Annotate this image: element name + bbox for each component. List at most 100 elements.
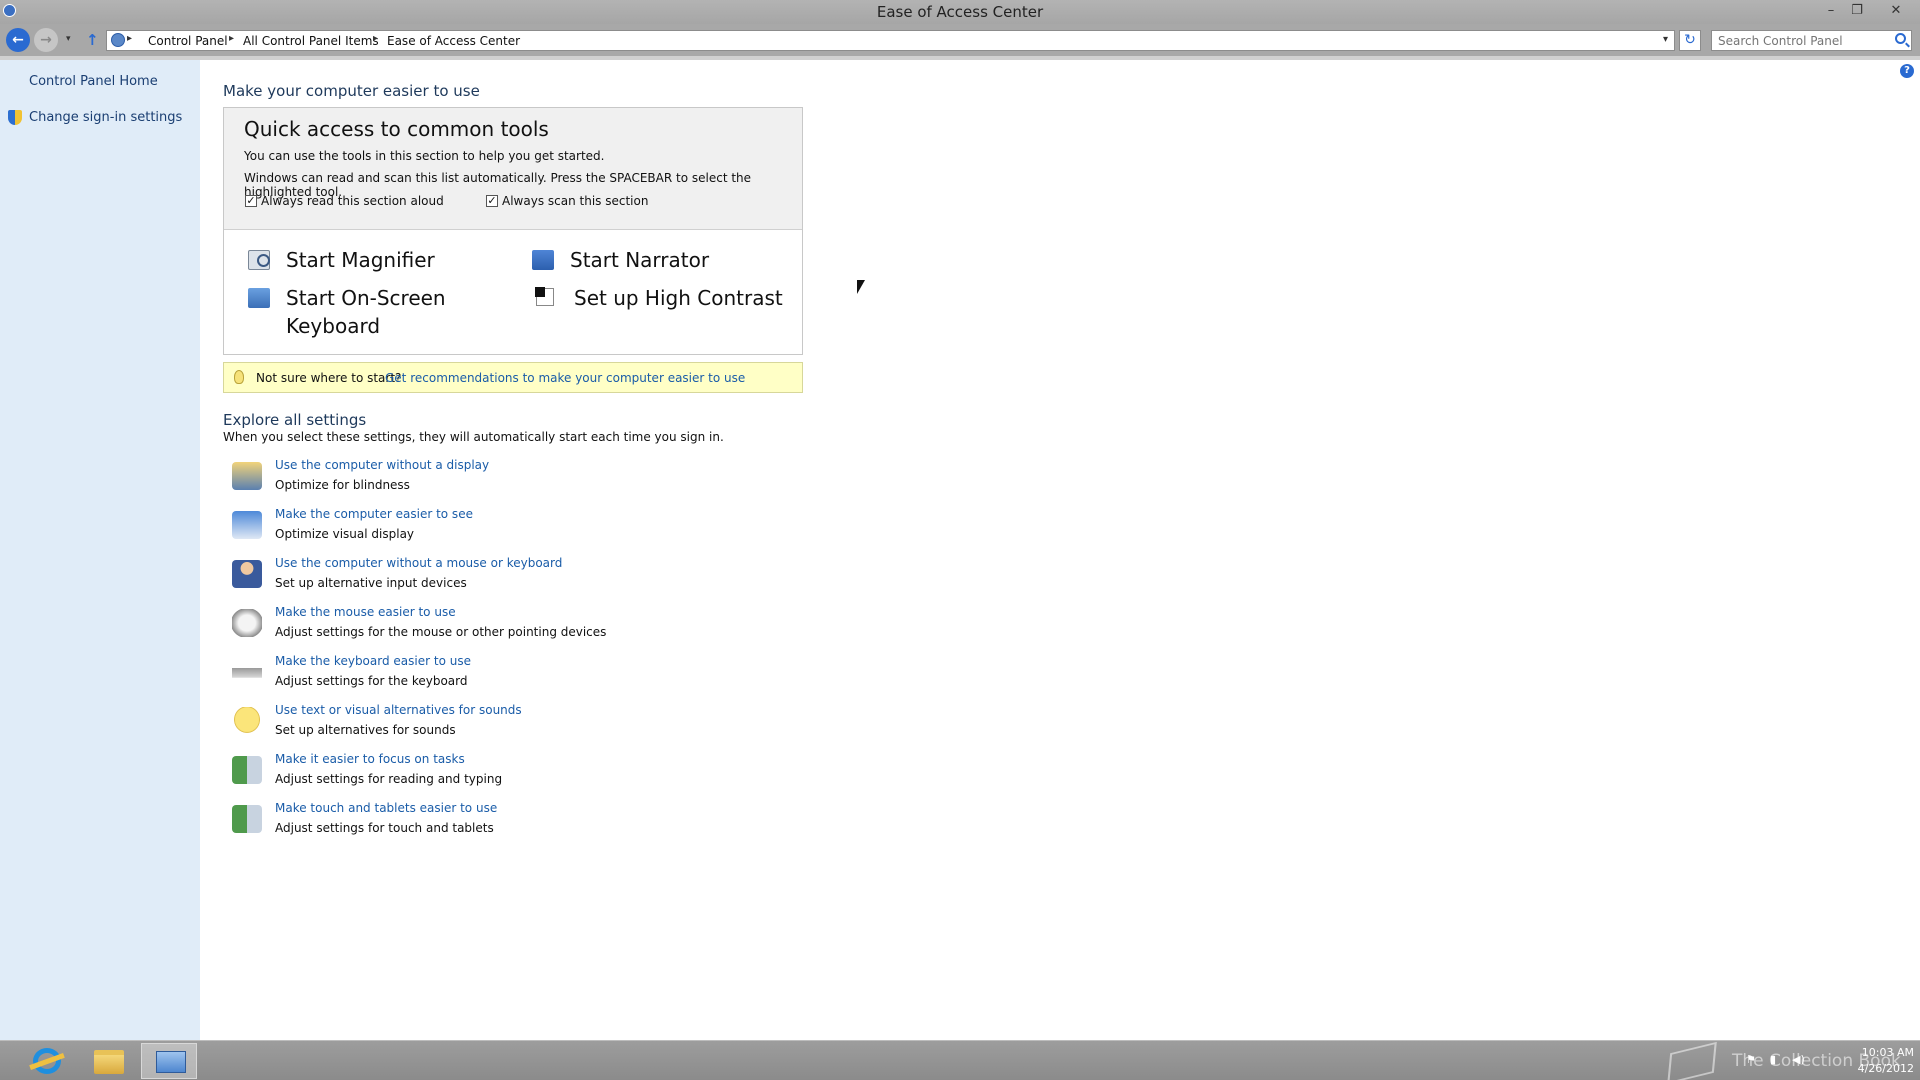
search-icon[interactable] xyxy=(1895,33,1906,44)
back-button[interactable]: ← xyxy=(6,28,30,52)
volume-icon[interactable]: ◀) xyxy=(1792,1053,1805,1066)
setting-link-sounds[interactable]: Use text or visual alternatives for soun… xyxy=(275,703,522,717)
notification-area: ⚑ ▮ ◀) xyxy=(1736,1051,1826,1071)
shield-icon xyxy=(8,110,22,125)
speech-bubble-icon xyxy=(232,707,262,735)
mouse-cursor xyxy=(857,280,865,294)
display-icon xyxy=(232,511,262,539)
recent-locations-dropdown[interactable]: ▾ xyxy=(66,34,71,44)
refresh-button[interactable]: ↻ xyxy=(1679,30,1701,51)
setting-item-no-mouse-keyboard: Use the computer without a mouse or keyb… xyxy=(230,556,790,596)
setting-item-easier-to-see: Make the computer easier to see Optimize… xyxy=(230,507,790,547)
narrator-icon xyxy=(532,250,554,270)
minimize-button[interactable]: – xyxy=(1819,2,1843,20)
help-icon[interactable]: ? xyxy=(1900,64,1914,78)
person-icon xyxy=(232,560,262,588)
setting-desc: Set up alternative input devices xyxy=(275,576,467,590)
setting-desc: Adjust settings for the keyboard xyxy=(275,674,468,688)
breadcrumb-separator[interactable]: ▸ xyxy=(127,33,132,44)
setting-item-no-display: Use the computer without a display Optim… xyxy=(230,458,790,498)
start-on-screen-keyboard-label[interactable]: Start On-Screen Keyboard xyxy=(286,284,456,340)
internet-explorer-icon xyxy=(33,1048,61,1074)
setting-link-mouse[interactable]: Make the mouse easier to use xyxy=(275,605,456,619)
always-read-label[interactable]: Always read this section aloud xyxy=(261,194,444,208)
setting-desc: Set up alternatives for sounds xyxy=(275,723,456,737)
monitor-icon xyxy=(232,462,262,490)
search-input[interactable] xyxy=(1712,31,1887,50)
folder-icon xyxy=(94,1050,124,1074)
breadcrumb-ease-of-access[interactable]: Ease of Access Center xyxy=(387,34,520,48)
explore-title: Explore all settings xyxy=(223,411,367,429)
setting-item-focus: Make it easier to focus on tasks Adjust … xyxy=(230,752,790,792)
setting-link-keyboard[interactable]: Make the keyboard easier to use xyxy=(275,654,471,668)
tip-question: Not sure where to start? xyxy=(256,371,402,385)
sidebar: Control Panel Home Change sign-in settin… xyxy=(0,60,200,1040)
breadcrumb-control-panel[interactable]: Control Panel xyxy=(148,34,228,48)
setting-link-easier-to-see[interactable]: Make the computer easier to see xyxy=(275,507,473,521)
recommendations-link[interactable]: Get recommendations to make your compute… xyxy=(385,371,745,385)
magnifier-icon xyxy=(248,250,270,270)
book-icon xyxy=(1667,1041,1717,1080)
setting-desc: Adjust settings for touch and tablets xyxy=(275,821,494,835)
setting-desc: Optimize visual display xyxy=(275,527,415,541)
breadcrumb-separator[interactable]: ▸ xyxy=(229,33,234,44)
taskbar: The Collection Book ⚑ ▮ ◀) 10:03 AM 4/26… xyxy=(0,1040,1920,1080)
control-panel-icon xyxy=(156,1051,186,1073)
quick-access-panel: Quick access to common tools You can use… xyxy=(223,107,803,355)
clock-date[interactable]: 4/26/2012 xyxy=(1830,1061,1914,1077)
focus-tasks-icon xyxy=(232,756,262,784)
breadcrumb-separator[interactable]: ▸ xyxy=(373,33,378,44)
taskbar-internet-explorer[interactable] xyxy=(18,1043,74,1079)
breadcrumb-all-items[interactable]: All Control Panel Items xyxy=(243,34,379,48)
chevron-down-icon[interactable]: ▾ xyxy=(1663,34,1668,45)
setting-item-touch: Make touch and tablets easier to use Adj… xyxy=(230,801,790,841)
window-title: Ease of Access Center xyxy=(876,3,1044,21)
taskbar-control-panel[interactable] xyxy=(141,1043,197,1079)
divider xyxy=(0,56,1920,60)
quick-access-description: You can use the tools in this section to… xyxy=(244,149,605,163)
search-box[interactable] xyxy=(1711,30,1912,51)
address-bar: ← → ▾ ↑ ▸ Control Panel ▸ All Control Pa… xyxy=(0,24,1920,56)
setting-link-touch[interactable]: Make touch and tablets easier to use xyxy=(275,801,497,815)
setting-desc: Optimize for blindness xyxy=(275,478,410,492)
control-panel-icon xyxy=(111,33,125,47)
quick-access-title: Quick access to common tools xyxy=(244,117,549,141)
lightbulb-icon xyxy=(234,370,244,384)
keyboard-icon xyxy=(232,658,262,686)
address-box[interactable]: ▸ Control Panel ▸ All Control Panel Item… xyxy=(106,30,1675,51)
setting-link-no-mouse-keyboard[interactable]: Use the computer without a mouse or keyb… xyxy=(275,556,562,570)
title-bar: Ease of Access Center – ❐ ✕ xyxy=(0,0,1920,24)
setting-item-mouse: Make the mouse easier to use Adjust sett… xyxy=(230,605,790,645)
mouse-icon xyxy=(232,609,262,637)
high-contrast-icon xyxy=(535,287,554,306)
keyboard-icon xyxy=(248,288,270,308)
network-icon[interactable]: ▮ xyxy=(1770,1053,1776,1066)
setting-item-sounds: Use text or visual alternatives for soun… xyxy=(230,703,790,743)
setting-desc: Adjust settings for the mouse or other p… xyxy=(275,625,607,639)
quick-access-header: Quick access to common tools You can use… xyxy=(224,108,802,230)
start-magnifier-label[interactable]: Start Magnifier xyxy=(286,246,435,274)
touch-tablet-icon xyxy=(232,805,262,833)
forward-button[interactable]: → xyxy=(34,28,58,52)
clock-time[interactable]: 10:03 AM xyxy=(1830,1045,1914,1061)
setting-desc: Adjust settings for reading and typing xyxy=(275,772,503,786)
sidebar-item-control-panel-home[interactable]: Control Panel Home xyxy=(29,74,158,89)
start-narrator-label[interactable]: Start Narrator xyxy=(570,246,709,274)
taskbar-file-explorer[interactable] xyxy=(80,1043,136,1079)
explore-description: When you select these settings, they wil… xyxy=(223,430,724,444)
close-button[interactable]: ✕ xyxy=(1882,2,1910,20)
sidebar-item-change-sign-in[interactable]: Change sign-in settings xyxy=(29,110,182,125)
up-button[interactable]: ↑ xyxy=(86,31,99,49)
checkbox-scan[interactable]: ✓ xyxy=(486,195,498,207)
maximize-button[interactable]: ❐ xyxy=(1845,2,1869,20)
always-scan-label[interactable]: Always scan this section xyxy=(502,194,648,208)
clock[interactable]: 10:03 AM 4/26/2012 xyxy=(1830,1045,1914,1077)
setting-link-no-display[interactable]: Use the computer without a display xyxy=(275,458,489,472)
recommendation-tip: Not sure where to start? Get recommendat… xyxy=(223,362,803,393)
action-center-flag-icon[interactable]: ⚑ xyxy=(1746,1053,1756,1066)
checkbox-read[interactable]: ✓ xyxy=(245,195,257,207)
set-up-high-contrast-label[interactable]: Set up High Contrast xyxy=(574,284,783,312)
setting-item-keyboard: Make the keyboard easier to use Adjust s… xyxy=(230,654,790,694)
setting-link-focus[interactable]: Make it easier to focus on tasks xyxy=(275,752,465,766)
page-title: Make your computer easier to use xyxy=(223,82,480,100)
